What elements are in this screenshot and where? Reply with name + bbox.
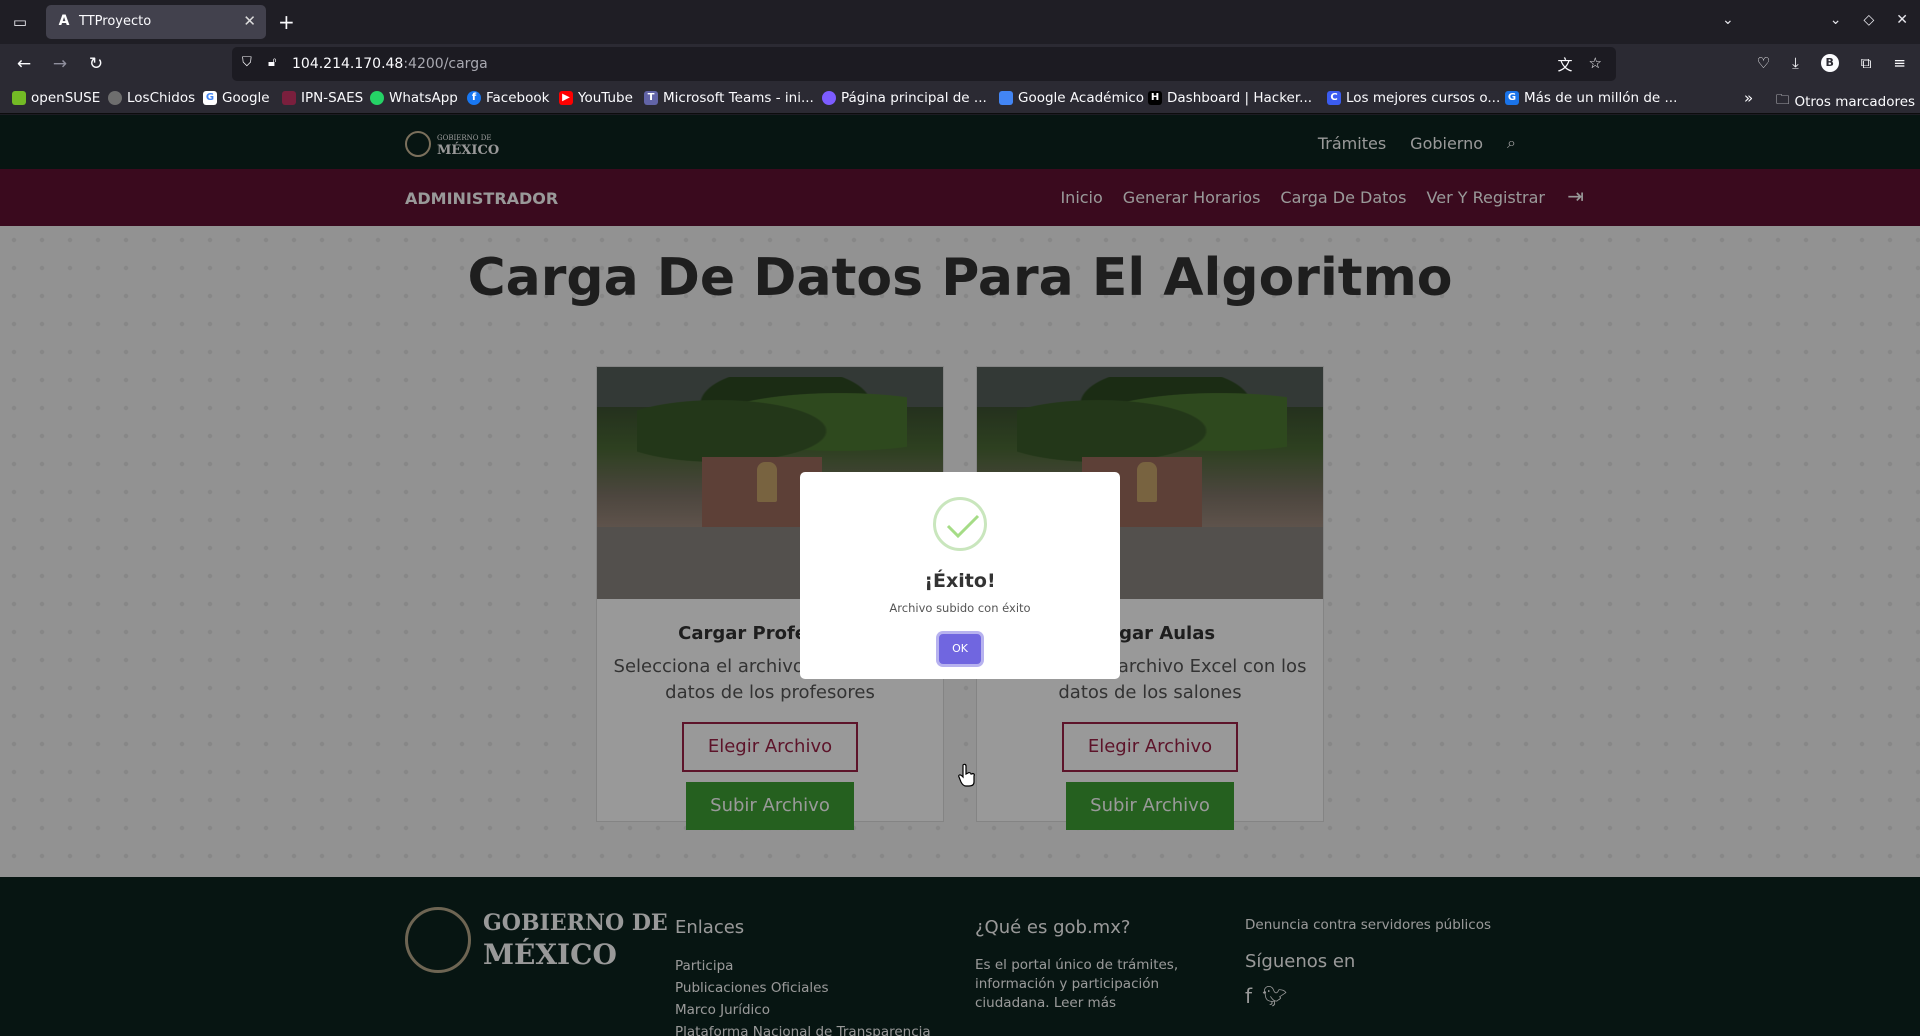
hand-cursor-icon <box>958 763 975 787</box>
bookmark-item[interactable]: IPN-SAES <box>282 90 363 106</box>
close-window-icon[interactable]: ✕ <box>1896 12 1908 28</box>
tab-list-icon[interactable]: ▭ <box>8 10 32 34</box>
success-modal: ¡Éxito! Archivo subido con éxito OK <box>800 472 1120 679</box>
tab-bar: ▭ A TTProyecto ✕ + ⌄ ⌄ ◇ ✕ <box>0 0 1920 44</box>
close-tab-icon[interactable]: ✕ <box>243 12 256 30</box>
bookmark-item[interactable]: G Google <box>203 90 270 106</box>
reload-icon[interactable]: ↻ <box>84 52 108 76</box>
modal-title: ¡Éxito! <box>924 570 996 592</box>
toolbar-right: ♡ ⤓ B ⧉ ≡ <box>1757 54 1906 72</box>
window-controls: ⌄ ⌄ ◇ ✕ <box>1722 12 1908 28</box>
new-tab-icon[interactable]: + <box>278 10 295 34</box>
ok-button[interactable]: OK <box>939 634 981 664</box>
url-bar[interactable]: ⛉ 🔓︎ 104.214.170.48:4200/carga 文 ☆ <box>232 47 1616 81</box>
folder-icon: 🗀︎ <box>1776 92 1790 108</box>
page: GOBIERNO DE MÉXICO Trámites Gobierno ⌕ AD… <box>0 115 1920 1036</box>
forward-icon[interactable]: → <box>48 52 72 76</box>
translate-icon[interactable]: 文 <box>1558 54 1573 75</box>
url-text[interactable]: 104.214.170.48:4200/carga <box>292 56 488 72</box>
lock-icon[interactable]: 🔓︎ <box>268 55 276 70</box>
bookmark-item[interactable]: C Los mejores cursos o... <box>1327 90 1500 106</box>
bookmark-item[interactable]: H Dashboard | Hacker... <box>1148 90 1312 106</box>
bookmark-item[interactable]: T Microsoft Teams - ini... <box>644 90 814 106</box>
bookmark-item[interactable]: LosChidos <box>108 90 195 106</box>
bookmark-item[interactable]: G Más de un millón de ... <box>1505 90 1677 106</box>
modal-text: Archivo subido con éxito <box>889 601 1031 615</box>
maximize-icon[interactable]: ◇ <box>1863 12 1874 28</box>
bookmark-item[interactable]: WhatsApp <box>370 90 458 106</box>
bookmarks-bar: openSUSE LosChidos G Google IPN-SAES What… <box>0 84 1920 114</box>
bookmark-item[interactable]: openSUSE <box>12 90 100 106</box>
more-bookmarks-icon[interactable]: » <box>1744 89 1753 107</box>
other-bookmarks[interactable]: 🗀︎ Otros marcadores <box>1776 90 1915 113</box>
menu-icon[interactable]: ≡ <box>1893 54 1906 72</box>
success-check-icon <box>933 497 987 551</box>
tab-active[interactable]: A TTProyecto ✕ <box>46 5 266 39</box>
account-icon[interactable]: B <box>1820 54 1839 72</box>
downloads-icon[interactable]: ⤓ <box>1792 54 1799 72</box>
back-icon[interactable]: ← <box>12 52 36 76</box>
nav-bar: ← → ↻ ⛉ 🔓︎ 104.214.170.48:4200/carga 文 ☆… <box>0 44 1920 84</box>
pocket-icon[interactable]: ♡ <box>1757 54 1770 72</box>
list-all-tabs-icon[interactable]: ⌄ <box>1722 12 1734 28</box>
angular-favicon-icon: A <box>58 13 70 29</box>
bookmark-item[interactable]: ▶ YouTube <box>559 90 633 106</box>
shield-icon[interactable]: ⛉ <box>242 55 252 70</box>
bookmark-item[interactable]: f Facebook <box>467 90 549 106</box>
minimize-icon[interactable]: ⌄ <box>1830 12 1842 28</box>
bookmark-item[interactable]: Google Académico <box>999 90 1144 106</box>
extensions-icon[interactable]: ⧉ <box>1861 54 1872 72</box>
bookmark-item[interactable]: Página principal de ... <box>822 90 987 106</box>
tab-title: TTProyecto <box>79 14 152 29</box>
bookmark-star-icon[interactable]: ☆ <box>1589 54 1602 75</box>
